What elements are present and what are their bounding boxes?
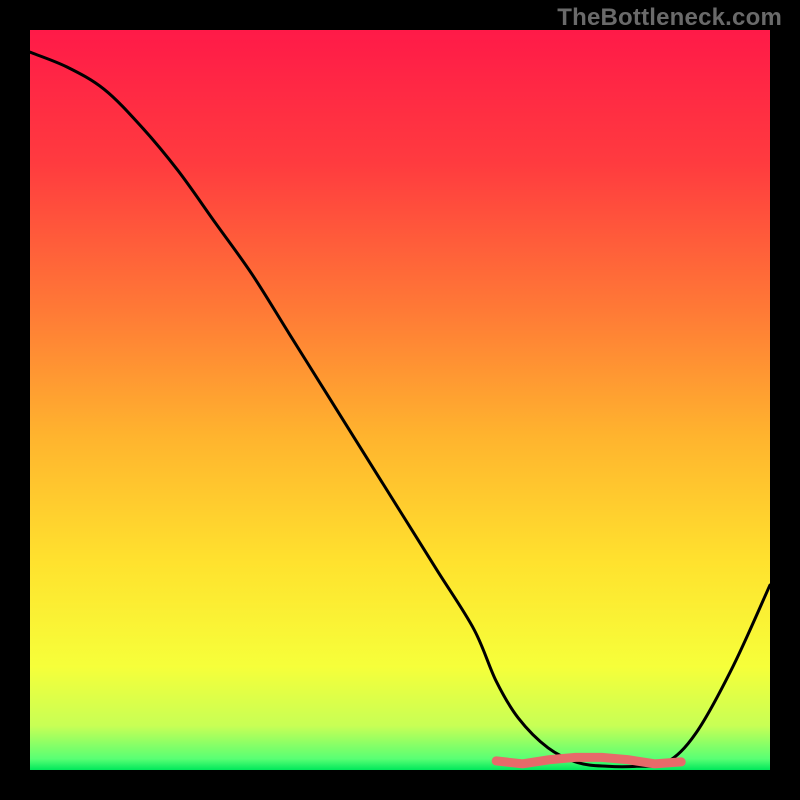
bottleneck-curve (30, 52, 770, 767)
plot-area (30, 30, 770, 770)
chart-container: TheBottleneck.com (0, 0, 800, 800)
watermark-text: TheBottleneck.com (557, 4, 782, 32)
curve-layer (30, 30, 770, 770)
optimal-zone-marker (496, 757, 681, 764)
